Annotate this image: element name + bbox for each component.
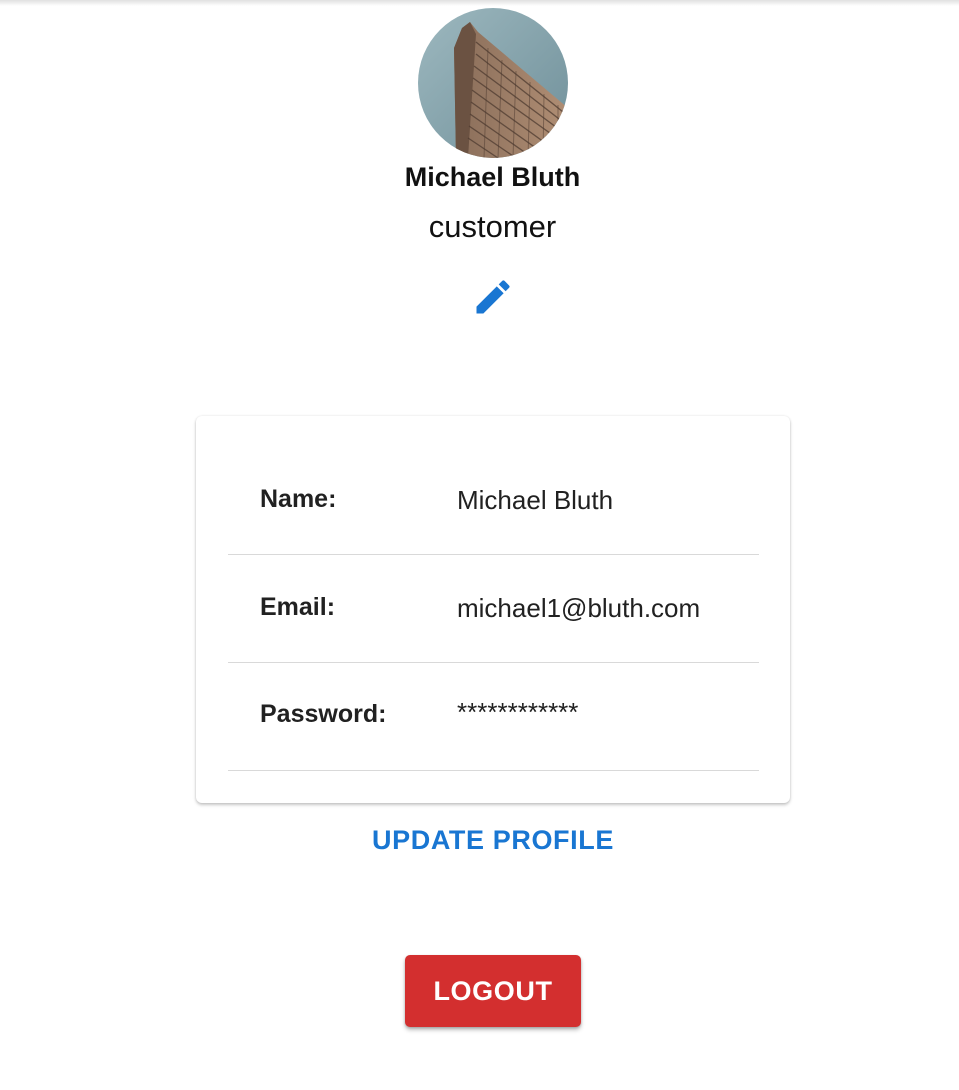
password-value: ************ [457, 697, 579, 727]
app-bar-shadow [0, 0, 959, 6]
user-role: customer [428, 209, 557, 244]
name-value: Michael Bluth [457, 485, 614, 515]
password-label: Password: [260, 700, 387, 728]
user-name: Michael Bluth [404, 162, 581, 192]
email-label: Email: [260, 593, 336, 621]
logout-button[interactable]: LOGOUT [405, 955, 581, 1027]
name-label: Name: [260, 485, 337, 513]
update-profile-button[interactable]: UPDATE PROFILE [340, 818, 646, 862]
password-row: Password: ************ [228, 663, 759, 771]
name-row: Name: Michael Bluth [228, 447, 759, 555]
profile-details-card: Name: Michael Bluth Email: michael1@blut… [196, 416, 790, 803]
avatar [418, 8, 568, 158]
pencil-icon[interactable] [471, 275, 515, 319]
profile-page: Michael Bluth customer Name: Michael Blu… [0, 0, 959, 1090]
email-row: Email: michael1@bluth.com [228, 555, 759, 663]
building-photo-image [418, 8, 568, 158]
email-value: michael1@bluth.com [457, 593, 701, 623]
